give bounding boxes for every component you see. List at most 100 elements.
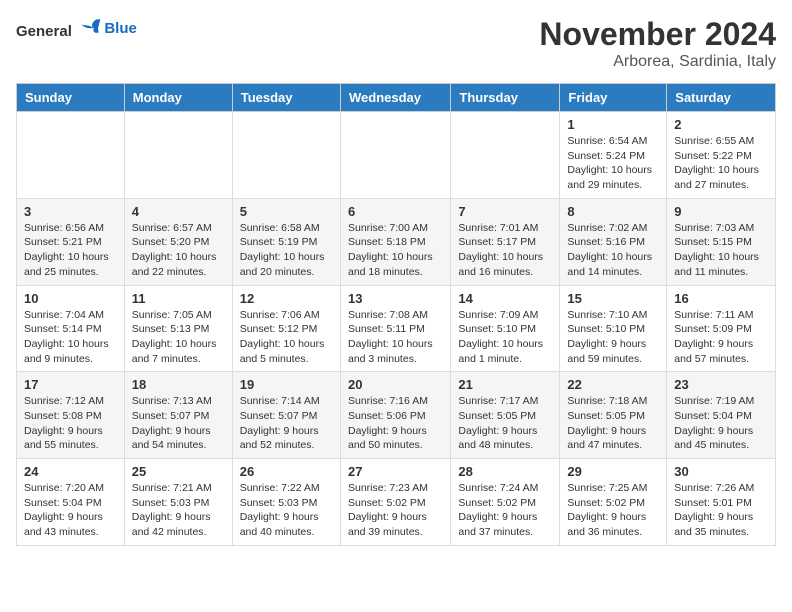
calendar-cell: 20 Sunrise: 7:16 AM Sunset: 5:06 PM Dayli…: [340, 372, 450, 459]
calendar-cell: 5Sunrise: 6:58 AM Sunset: 5:19 PM Daylig…: [232, 198, 340, 285]
calendar-cell: 28 Sunrise: 7:24 AM Sunset: 5:02 PM Dayli…: [451, 459, 560, 546]
day-number: 27: [348, 464, 443, 479]
day-number: 29: [567, 464, 659, 479]
calendar-cell: [17, 112, 125, 199]
calendar-cell: 9 Sunrise: 7:03 AM Sunset: 5:15 PM Daylig…: [667, 198, 776, 285]
calendar-cell: 10 Sunrise: 7:04 AM Sunset: 5:14 PM Dayli…: [17, 285, 125, 372]
day-info: Sunrise: 7:00 AM Sunset: 5:18 PM Dayligh…: [348, 221, 443, 280]
day-info: Sunrise: 7:03 AM Sunset: 5:15 PM Dayligh…: [674, 221, 768, 280]
column-header-friday: Friday: [560, 84, 667, 112]
calendar-cell: 23 Sunrise: 7:19 AM Sunset: 5:04 PM Dayli…: [667, 372, 776, 459]
column-header-tuesday: Tuesday: [232, 84, 340, 112]
logo-blue: Blue: [104, 20, 137, 37]
calendar-cell: 13Sunrise: 7:08 AM Sunset: 5:11 PM Dayli…: [340, 285, 450, 372]
calendar-cell: 1 Sunrise: 6:54 AM Sunset: 5:24 PM Daylig…: [560, 112, 667, 199]
day-info: Sunrise: 6:58 AM Sunset: 5:19 PM Dayligh…: [240, 221, 333, 280]
calendar-cell: 8 Sunrise: 7:02 AM Sunset: 5:16 PM Daylig…: [560, 198, 667, 285]
day-info: Sunrise: 6:56 AM Sunset: 5:21 PM Dayligh…: [24, 221, 117, 280]
day-info: Sunrise: 7:17 AM Sunset: 5:05 PM Dayligh…: [458, 394, 552, 453]
calendar-cell: 22 Sunrise: 7:18 AM Sunset: 5:05 PM Dayli…: [560, 372, 667, 459]
calendar-cell: [232, 112, 340, 199]
calendar-week-5: 24 Sunrise: 7:20 AM Sunset: 5:04 PM Dayli…: [17, 459, 776, 546]
column-header-monday: Monday: [124, 84, 232, 112]
day-info: Sunrise: 7:02 AM Sunset: 5:16 PM Dayligh…: [567, 221, 659, 280]
calendar-cell: 26 Sunrise: 7:22 AM Sunset: 5:03 PM Dayli…: [232, 459, 340, 546]
day-number: 3: [24, 204, 117, 219]
calendar-cell: 14Sunrise: 7:09 AM Sunset: 5:10 PM Dayli…: [451, 285, 560, 372]
calendar-cell: 4 Sunrise: 6:57 AM Sunset: 5:20 PM Daylig…: [124, 198, 232, 285]
title-area: November 2024 Arborea, Sardinia, Italy: [539, 16, 776, 71]
calendar-cell: 25 Sunrise: 7:21 AM Sunset: 5:03 PM Dayli…: [124, 459, 232, 546]
day-number: 9: [674, 204, 768, 219]
calendar-cell: 11Sunrise: 7:05 AM Sunset: 5:13 PM Dayli…: [124, 285, 232, 372]
column-header-wednesday: Wednesday: [340, 84, 450, 112]
day-number: 18: [132, 377, 225, 392]
logo-bird-icon: [78, 16, 102, 36]
day-info: Sunrise: 7:04 AM Sunset: 5:14 PM Dayligh…: [24, 308, 117, 367]
calendar-week-2: 3 Sunrise: 6:56 AM Sunset: 5:21 PM Daylig…: [17, 198, 776, 285]
column-header-saturday: Saturday: [667, 84, 776, 112]
calendar-cell: 29 Sunrise: 7:25 AM Sunset: 5:02 PM Dayli…: [560, 459, 667, 546]
calendar-cell: [340, 112, 450, 199]
calendar-week-3: 10 Sunrise: 7:04 AM Sunset: 5:14 PM Dayli…: [17, 285, 776, 372]
day-number: 2: [674, 117, 768, 132]
calendar-header-row: SundayMondayTuesdayWednesdayThursdayFrid…: [17, 84, 776, 112]
calendar-cell: 12 Sunrise: 7:06 AM Sunset: 5:12 PM Dayli…: [232, 285, 340, 372]
day-number: 24: [24, 464, 117, 479]
day-number: 20: [348, 377, 443, 392]
day-info: Sunrise: 7:16 AM Sunset: 5:06 PM Dayligh…: [348, 394, 443, 453]
day-number: 10: [24, 291, 117, 306]
calendar-cell: [451, 112, 560, 199]
day-number: 21: [458, 377, 552, 392]
day-number: 12: [240, 291, 333, 306]
day-number: 14: [458, 291, 552, 306]
day-info: Sunrise: 7:24 AM Sunset: 5:02 PM Dayligh…: [458, 481, 552, 540]
day-number: 8: [567, 204, 659, 219]
calendar-cell: 30Sunrise: 7:26 AM Sunset: 5:01 PM Dayli…: [667, 459, 776, 546]
day-number: 4: [132, 204, 225, 219]
calendar-cell: 19Sunrise: 7:14 AM Sunset: 5:07 PM Dayli…: [232, 372, 340, 459]
calendar-cell: [124, 112, 232, 199]
calendar-cell: 21 Sunrise: 7:17 AM Sunset: 5:05 PM Dayli…: [451, 372, 560, 459]
day-info: Sunrise: 6:54 AM Sunset: 5:24 PM Dayligh…: [567, 134, 659, 193]
calendar-cell: 18Sunrise: 7:13 AM Sunset: 5:07 PM Dayli…: [124, 372, 232, 459]
calendar-cell: 2 Sunrise: 6:55 AM Sunset: 5:22 PM Daylig…: [667, 112, 776, 199]
logo-general: General: [16, 23, 72, 40]
day-info: Sunrise: 7:19 AM Sunset: 5:04 PM Dayligh…: [674, 394, 768, 453]
day-number: 22: [567, 377, 659, 392]
day-info: Sunrise: 7:21 AM Sunset: 5:03 PM Dayligh…: [132, 481, 225, 540]
column-header-sunday: Sunday: [17, 84, 125, 112]
day-info: Sunrise: 7:18 AM Sunset: 5:05 PM Dayligh…: [567, 394, 659, 453]
day-number: 1: [567, 117, 659, 132]
calendar-table: SundayMondayTuesdayWednesdayThursdayFrid…: [16, 83, 776, 546]
logo: General Blue: [16, 16, 137, 41]
calendar-cell: 17 Sunrise: 7:12 AM Sunset: 5:08 PM Dayli…: [17, 372, 125, 459]
calendar-cell: 6 Sunrise: 7:00 AM Sunset: 5:18 PM Daylig…: [340, 198, 450, 285]
day-info: Sunrise: 7:05 AM Sunset: 5:13 PM Dayligh…: [132, 308, 225, 367]
day-number: 23: [674, 377, 768, 392]
page-header: General Blue November 2024 Arborea, Sard…: [16, 16, 776, 71]
day-info: Sunrise: 7:06 AM Sunset: 5:12 PM Dayligh…: [240, 308, 333, 367]
day-number: 6: [348, 204, 443, 219]
day-number: 26: [240, 464, 333, 479]
calendar-cell: 3 Sunrise: 6:56 AM Sunset: 5:21 PM Daylig…: [17, 198, 125, 285]
day-info: Sunrise: 7:25 AM Sunset: 5:02 PM Dayligh…: [567, 481, 659, 540]
day-info: Sunrise: 6:55 AM Sunset: 5:22 PM Dayligh…: [674, 134, 768, 193]
day-info: Sunrise: 7:23 AM Sunset: 5:02 PM Dayligh…: [348, 481, 443, 540]
day-info: Sunrise: 7:12 AM Sunset: 5:08 PM Dayligh…: [24, 394, 117, 453]
day-info: Sunrise: 7:14 AM Sunset: 5:07 PM Dayligh…: [240, 394, 333, 453]
day-number: 16: [674, 291, 768, 306]
day-info: Sunrise: 6:57 AM Sunset: 5:20 PM Dayligh…: [132, 221, 225, 280]
day-info: Sunrise: 7:01 AM Sunset: 5:17 PM Dayligh…: [458, 221, 552, 280]
day-info: Sunrise: 7:22 AM Sunset: 5:03 PM Dayligh…: [240, 481, 333, 540]
day-info: Sunrise: 7:20 AM Sunset: 5:04 PM Dayligh…: [24, 481, 117, 540]
day-number: 15: [567, 291, 659, 306]
day-info: Sunrise: 7:10 AM Sunset: 5:10 PM Dayligh…: [567, 308, 659, 367]
day-number: 17: [24, 377, 117, 392]
day-number: 25: [132, 464, 225, 479]
column-header-thursday: Thursday: [451, 84, 560, 112]
day-info: Sunrise: 7:08 AM Sunset: 5:11 PM Dayligh…: [348, 308, 443, 367]
day-number: 28: [458, 464, 552, 479]
location-subtitle: Arborea, Sardinia, Italy: [539, 53, 776, 71]
calendar-cell: 24 Sunrise: 7:20 AM Sunset: 5:04 PM Dayli…: [17, 459, 125, 546]
